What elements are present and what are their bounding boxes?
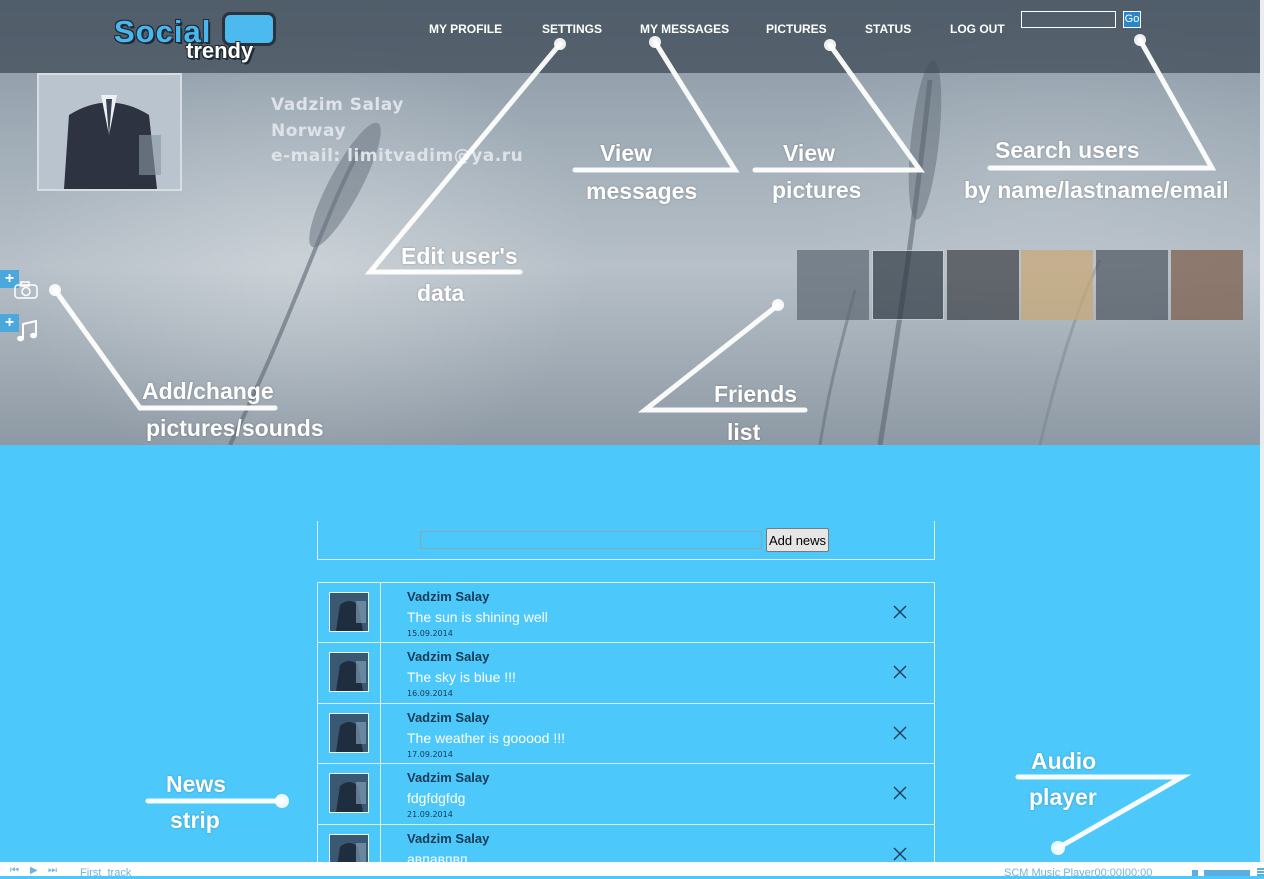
previous-track-icon[interactable]: ⏮ (10, 865, 19, 876)
annotation-friends-2: list (727, 419, 761, 445)
avatar-image (330, 653, 368, 691)
news-thumb-cell (318, 643, 381, 703)
annotation-news-2: strip (170, 807, 220, 833)
news-date: 21.09.2014 (407, 810, 453, 819)
news-text: The weather is gooood !!! (407, 730, 565, 746)
logo-text-bottom: trendy (186, 38, 254, 63)
friend-thumb[interactable] (1096, 250, 1168, 320)
annotation-news-1: News (166, 771, 227, 797)
annotation-add-change-2: pictures/sounds (146, 415, 324, 441)
friend-thumb[interactable] (797, 250, 869, 320)
friend-thumb[interactable] (1171, 250, 1243, 320)
author-avatar[interactable] (329, 713, 369, 753)
news-thumb-cell (318, 583, 381, 643)
annotation-edit-2: data (417, 280, 465, 306)
annotation-view-pictures-2: pictures (772, 177, 862, 203)
nav-status[interactable]: STATUS (865, 22, 911, 36)
news-item: Vadzim Salay The sky is blue !!! 16.09.2… (317, 642, 935, 703)
news-thumb-cell (318, 825, 381, 862)
friend-thumb[interactable] (1021, 250, 1093, 320)
friend-thumb[interactable] (872, 250, 944, 320)
avatar-image (330, 714, 368, 752)
news-input[interactable] (420, 531, 762, 549)
profile-email: e-mail: limitvadim@ya.ru (271, 146, 524, 166)
author-avatar[interactable] (329, 652, 369, 692)
news-author[interactable]: Vadzim Salay (407, 649, 489, 664)
friend-thumb[interactable] (947, 250, 1019, 320)
author-avatar[interactable] (329, 592, 369, 632)
news-text: The sky is blue !!! (407, 669, 516, 685)
annotation-edit-1: Edit user's (401, 243, 518, 269)
close-icon[interactable] (893, 726, 907, 740)
annotation-view-messages-2: messages (586, 178, 698, 204)
search-input[interactable] (1021, 11, 1116, 28)
news-strip: Vadzim Salay The sun is shining well 15.… (317, 582, 935, 862)
music-note-icon[interactable] (16, 320, 38, 344)
news-item: Vadzim Salay The weather is gooood !!! 1… (317, 703, 935, 764)
news-text: авпавпвп (407, 851, 468, 862)
player-info: SCM Music Player00:00|00:00 (1004, 867, 1153, 879)
news-author[interactable]: Vadzim Salay (407, 770, 489, 785)
annotation-add-change-1: Add/change (142, 378, 274, 404)
profile-name: Vadzim Salay (271, 95, 404, 115)
news-author[interactable]: Vadzim Salay (407, 710, 489, 725)
annotation-audio-2: player (1029, 784, 1097, 810)
annotation-search-1: Search users (995, 137, 1140, 163)
add-news-button[interactable]: Add news (766, 528, 829, 552)
nav-log-out[interactable]: LOG OUT (950, 22, 1005, 36)
news-text: The sun is shining well (407, 609, 548, 625)
news-item: Vadzim Salay The sun is shining well 15.… (317, 582, 935, 643)
man-in-suit-image (39, 75, 180, 189)
nav-my-messages[interactable]: MY MESSAGES (640, 22, 729, 36)
news-thumb-cell (318, 704, 381, 764)
news-composer: Add news (317, 521, 935, 560)
logo[interactable]: Social trendy (110, 10, 276, 65)
play-icon[interactable]: ▶ (30, 865, 38, 876)
search-go-button[interactable]: Go (1123, 11, 1141, 28)
annotation-view-pictures-1: View (783, 140, 835, 166)
profile-country: Norway (271, 121, 347, 141)
nav-my-profile[interactable]: MY PROFILE (429, 22, 502, 36)
annotation-search-2: by name/lastname/email (964, 177, 1229, 203)
close-icon[interactable] (893, 665, 907, 679)
news-date: 17.09.2014 (407, 750, 453, 759)
close-icon[interactable] (893, 605, 907, 619)
news-item: Vadzim Salay fdgfdgfdg 21.09.2014 (317, 763, 935, 824)
camera-icon[interactable] (14, 280, 38, 300)
annotation-audio-1: Audio (1031, 748, 1097, 774)
close-icon[interactable] (893, 786, 907, 800)
next-track-icon[interactable]: ⏭ (48, 865, 57, 876)
stop-icon[interactable] (1192, 870, 1198, 876)
author-avatar[interactable] (329, 773, 369, 813)
nav-settings[interactable]: SETTINGS (542, 22, 602, 36)
volume-bar[interactable] (1204, 870, 1250, 876)
news-text: fdgfdgfdg (407, 790, 466, 806)
annotation-friends-1: Friends (714, 381, 798, 407)
top-navigation-bar: Social trendy MY PROFILE SETTINGS MY MES… (0, 0, 1264, 73)
author-avatar[interactable] (329, 834, 369, 862)
profile-avatar[interactable] (37, 73, 182, 191)
news-author[interactable]: Vadzim Salay (407, 589, 489, 604)
avatar-image (330, 835, 368, 862)
track-title[interactable]: First_track (80, 867, 131, 879)
news-author[interactable]: Vadzim Salay (407, 831, 489, 846)
page-scrollbar[interactable] (1260, 0, 1264, 862)
news-date: 15.09.2014 (407, 629, 453, 638)
news-date: 16.09.2014 (407, 689, 453, 698)
playlist-menu-icon[interactable] (1257, 868, 1264, 876)
close-icon[interactable] (893, 847, 907, 861)
avatar-image (330, 593, 368, 631)
news-thumb-cell (318, 764, 381, 824)
nav-pictures[interactable]: PICTURES (766, 22, 827, 36)
avatar-image (330, 774, 368, 812)
annotation-view-messages-1: View (600, 140, 652, 166)
audio-player: ⏮ ▶ ⏭ First_track SCM Music Player00:00|… (0, 862, 1264, 879)
news-item: Vadzim Salay авпавпвп (317, 824, 935, 862)
